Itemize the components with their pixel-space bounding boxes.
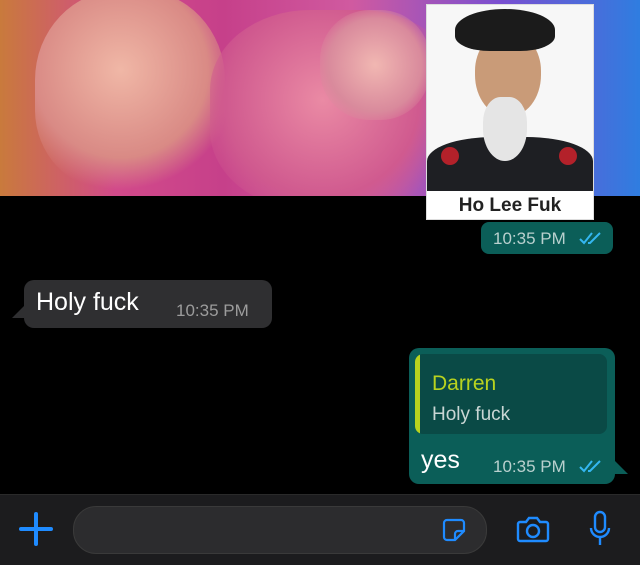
message-text: Holy fuck bbox=[36, 288, 139, 316]
outgoing-message[interactable]: Darren Holy fuck yes 10:35 PM bbox=[409, 348, 615, 484]
mic-icon[interactable] bbox=[588, 510, 612, 550]
double-check-icon bbox=[579, 231, 603, 250]
inset-portrait bbox=[427, 5, 593, 191]
inset-hat bbox=[455, 9, 555, 51]
plus-icon[interactable] bbox=[18, 511, 54, 547]
quoted-text: Holy fuck bbox=[432, 404, 511, 425]
message-input[interactable] bbox=[73, 506, 487, 554]
incoming-message[interactable]: Holy fuck 10:35 PM bbox=[24, 280, 272, 328]
photo-pointing-hand bbox=[320, 10, 430, 120]
camera-icon[interactable] bbox=[516, 515, 550, 543]
message-text: yes bbox=[421, 446, 460, 474]
image-message-meta: 10:35 PM bbox=[481, 222, 613, 254]
double-check-icon bbox=[579, 459, 603, 478]
robe-ornament bbox=[441, 147, 459, 165]
message-time: 10:35 PM bbox=[493, 457, 566, 476]
message-time: 10:35 PM bbox=[176, 301, 249, 320]
quoted-author: Darren bbox=[432, 372, 497, 395]
image-caption: Ho Lee Fuk bbox=[458, 195, 562, 216]
robe-ornament bbox=[559, 147, 577, 165]
message-time: 10:35 PM bbox=[493, 229, 566, 248]
meme-inset-image[interactable]: Ho Lee Fuk bbox=[426, 4, 594, 220]
composer-bar bbox=[0, 494, 640, 565]
quoted-message[interactable]: Darren Holy fuck bbox=[415, 354, 607, 434]
sticker-icon[interactable] bbox=[442, 518, 466, 542]
photo-person-face bbox=[35, 0, 225, 190]
inset-beard bbox=[483, 97, 527, 161]
quote-bar bbox=[415, 354, 420, 434]
